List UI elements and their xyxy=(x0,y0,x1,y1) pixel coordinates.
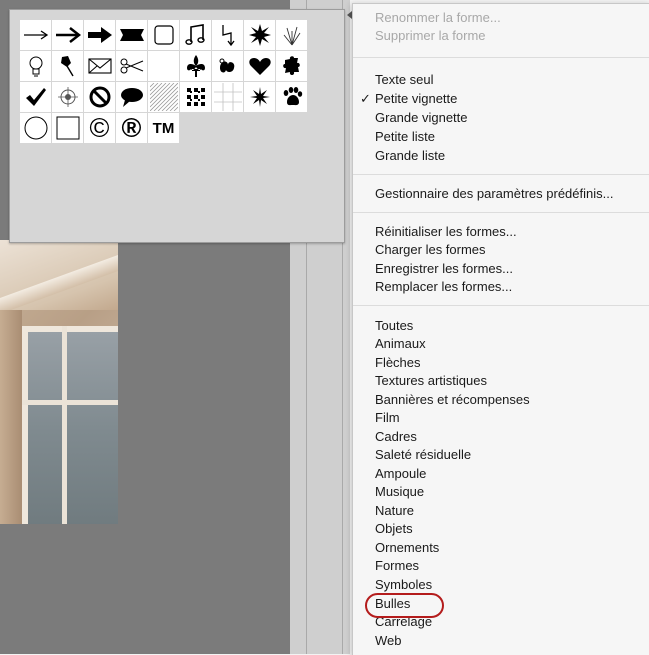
copyright-icon[interactable]: © xyxy=(84,113,116,144)
lightbulb-icon[interactable] xyxy=(20,51,52,82)
thin-arrow-icon[interactable] xyxy=(20,20,52,51)
menu-item-library[interactable]: Musique xyxy=(375,483,424,501)
highlight-annotation xyxy=(365,593,444,618)
grid-gap xyxy=(308,51,340,82)
menu-item-library[interactable]: Film xyxy=(375,409,400,427)
menu-separator xyxy=(353,212,649,213)
target-icon[interactable] xyxy=(52,82,84,113)
music-notes-icon[interactable] xyxy=(180,20,212,51)
menu-item-rename-shape: Renommer la forme... xyxy=(375,10,501,25)
menu-item-library[interactable]: Animaux xyxy=(375,335,426,353)
menu-item-library[interactable]: Saleté résiduelle xyxy=(375,446,471,464)
menu-item-library[interactable]: Ornements xyxy=(375,539,439,557)
menu-item-reset-shapes[interactable]: Réinitialiser les formes... xyxy=(375,223,517,241)
grid-gap xyxy=(308,82,340,113)
thumbtack-icon[interactable] xyxy=(52,51,84,82)
document-photo xyxy=(0,240,118,524)
diagonal-lines-icon[interactable] xyxy=(148,82,180,113)
frame-icon[interactable] xyxy=(148,20,180,51)
menu-item-library[interactable]: Textures artistiques xyxy=(375,372,487,390)
dots-grid-icon[interactable] xyxy=(180,82,212,113)
menu-item-library[interactable]: Ampoule xyxy=(375,465,426,483)
custom-shape-picker: © ® TM xyxy=(9,9,345,243)
envelope-icon[interactable] xyxy=(84,51,116,82)
menu-item-library[interactable]: Toutes xyxy=(375,317,413,335)
menu-item-load-shapes[interactable]: Charger les formes xyxy=(375,241,486,259)
blank-icon[interactable] xyxy=(148,51,180,82)
menu-separator xyxy=(353,57,649,58)
menu-item-label: Petite vignette xyxy=(375,91,458,106)
grid-gap xyxy=(308,20,340,51)
puzzle-icon[interactable] xyxy=(276,51,308,82)
bold-arrow-icon[interactable] xyxy=(84,20,116,51)
checkmark-icon[interactable] xyxy=(20,82,52,113)
grass-icon[interactable] xyxy=(276,20,308,51)
arrow-icon[interactable] xyxy=(52,20,84,51)
menu-item-text-only[interactable]: Texte seul xyxy=(375,71,434,89)
menu-item-library[interactable]: Cadres xyxy=(375,428,417,446)
starburst-icon[interactable] xyxy=(244,20,276,51)
banner-icon[interactable] xyxy=(116,20,148,51)
menu-item-save-shapes[interactable]: Enregistrer les formes... xyxy=(375,260,513,278)
ornament-icon[interactable] xyxy=(212,51,244,82)
menu-item-preset-manager[interactable]: Gestionnaire des paramètres prédéfinis..… xyxy=(375,185,613,203)
speech-bubble-icon[interactable] xyxy=(116,82,148,113)
splat-icon[interactable] xyxy=(244,82,276,113)
tile-grid-icon[interactable] xyxy=(212,82,244,113)
menu-item-library[interactable]: Flèches xyxy=(375,354,421,372)
heart-icon[interactable] xyxy=(244,51,276,82)
menu-item-library[interactable]: Symboles xyxy=(375,576,432,594)
menu-item-large-thumbnail[interactable]: Grande vignette xyxy=(375,109,468,127)
shape-grid: © ® TM xyxy=(20,20,340,144)
menu-item-small-thumbnail[interactable]: ✓ Petite vignette xyxy=(360,90,458,108)
menu-item-library[interactable]: Nature xyxy=(375,502,414,520)
circle-icon[interactable] xyxy=(20,113,52,144)
fleur-de-lis-icon[interactable] xyxy=(180,51,212,82)
square-icon[interactable] xyxy=(52,113,84,144)
lightning-icon[interactable] xyxy=(212,20,244,51)
no-sign-icon[interactable] xyxy=(84,82,116,113)
menu-separator xyxy=(353,174,649,175)
registered-icon[interactable]: ® xyxy=(116,113,148,144)
menu-item-library[interactable]: Objets xyxy=(375,520,413,538)
menu-item-large-list[interactable]: Grande liste xyxy=(375,147,445,165)
menu-separator xyxy=(353,305,649,306)
menu-item-small-list[interactable]: Petite liste xyxy=(375,128,435,146)
menu-item-replace-shapes[interactable]: Remplacer les formes... xyxy=(375,278,512,296)
scissors-icon[interactable] xyxy=(116,51,148,82)
trademark-icon[interactable]: TM xyxy=(148,113,180,144)
menu-item-library[interactable]: Bannières et récompenses xyxy=(375,391,530,409)
checkmark-icon: ✓ xyxy=(360,91,371,106)
paw-print-icon[interactable] xyxy=(276,82,308,113)
menu-item-library[interactable]: Web xyxy=(375,632,402,650)
shape-picker-menu: Renommer la forme... Supprimer la forme … xyxy=(352,3,649,655)
menu-item-library[interactable]: Formes xyxy=(375,557,419,575)
menu-item-delete-shape: Supprimer la forme xyxy=(375,28,486,43)
